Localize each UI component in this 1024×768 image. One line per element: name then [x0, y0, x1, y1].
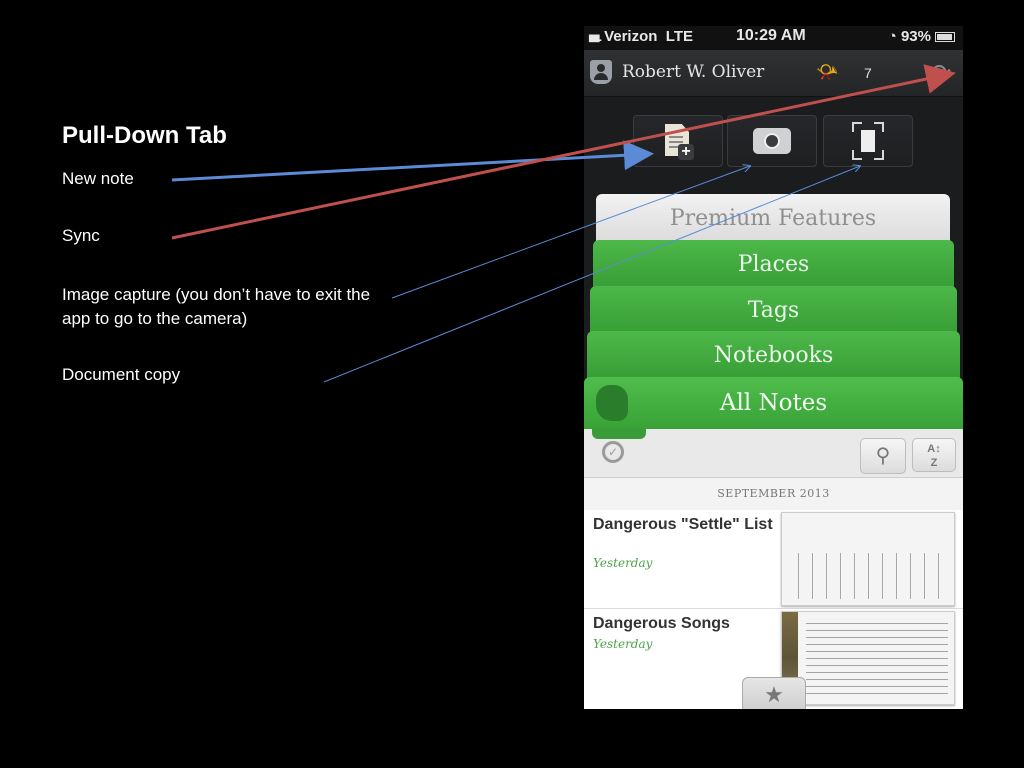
annotation-image-capture: Image capture (you don’t have to exit th… [62, 285, 371, 328]
pull-down-handle[interactable] [592, 429, 646, 439]
plus-icon: + [678, 144, 694, 160]
tab-all-notes[interactable]: All Notes [584, 377, 963, 433]
search-button[interactable]: ⚲ [860, 438, 906, 474]
carrier-info: ▮▮▮.. Verizon LTE [588, 28, 693, 45]
slide-title: Pull-Down Tab [62, 122, 227, 149]
battery-percent: 93% [900, 28, 931, 45]
note-thumbnail [781, 611, 955, 705]
note-title: Dangerous "Settle" List [593, 516, 773, 533]
sort-button[interactable]: A↕ Z [912, 438, 956, 472]
battery-status: ◔ 93% [888, 28, 955, 45]
account-header: Robert W. Oliver 📯 7 ⟳ [584, 50, 963, 97]
shortcuts-button[interactable]: ★ [742, 677, 806, 709]
network-type: LTE [665, 28, 693, 45]
star-icon: ★ [764, 682, 784, 707]
handwriting-image [790, 553, 940, 599]
annotation-sync: Sync [62, 226, 100, 245]
camera-icon [753, 128, 791, 154]
arrow-new-note [171, 140, 654, 182]
status-time: 10:29 AM [736, 27, 806, 44]
alarm-clock-icon[interactable]: ✓ [602, 441, 624, 463]
annotation-document-copy: Document copy [62, 365, 181, 384]
annotation-new-note: New note [62, 169, 134, 188]
username[interactable]: Robert W. Oliver [622, 62, 764, 82]
camera-button[interactable] [727, 115, 817, 167]
avatar-icon[interactable] [590, 60, 612, 84]
sort-icon: A↕ Z [927, 443, 941, 469]
section-header: SEPTEMBER 2013 [584, 478, 963, 511]
evernote-logo-icon [596, 385, 628, 421]
clock-icon: ◔ [887, 28, 897, 45]
search-icon: ⚲ [875, 445, 891, 467]
note-date: Yesterday [593, 556, 653, 570]
note-date: Yesterday [593, 637, 653, 651]
battery-icon [935, 32, 955, 43]
signal-icon: ▮▮▮.. [588, 33, 602, 44]
note-title: Dangerous Songs [593, 615, 730, 632]
phone-screen: ▮▮▮.. Verizon LTE 10:29 AM ◔ 93% Robert W… [584, 26, 963, 709]
note-thumbnail [781, 512, 955, 606]
notification-count: 7 [864, 65, 872, 81]
document-camera-icon [852, 122, 884, 160]
status-bar: ▮▮▮.. Verizon LTE 10:29 AM ◔ 93% [584, 26, 963, 50]
horn-icon[interactable]: 📯 [816, 62, 838, 83]
text-lines-image [806, 618, 948, 698]
carrier-name: Verizon [604, 28, 658, 45]
list-item[interactable]: Dangerous "Settle" List Yesterday [584, 510, 963, 609]
document-capture-button[interactable] [823, 115, 913, 167]
quick-actions: + [584, 97, 963, 193]
new-note-button[interactable]: + [633, 115, 723, 167]
tab-all-notes-label: All Notes [719, 390, 828, 416]
sync-icon[interactable]: ⟳ [927, 60, 955, 88]
